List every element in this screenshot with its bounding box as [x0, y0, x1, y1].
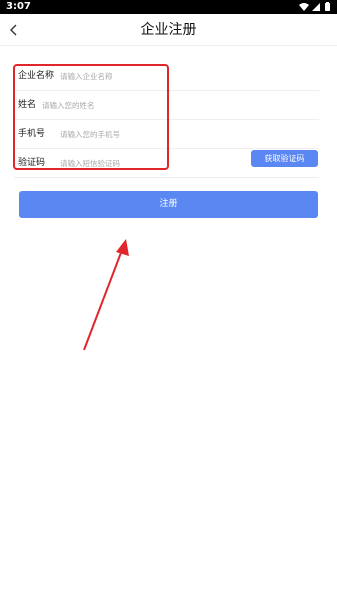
get-verification-code-button[interactable]: 获取验证码 [251, 150, 318, 167]
register-button[interactable]: 注册 [19, 191, 318, 218]
phone-row: 手机号 [14, 120, 319, 149]
status-time: 3:07 [6, 1, 31, 12]
name-input[interactable] [42, 97, 302, 113]
signal-icon [312, 3, 320, 11]
wifi-icon [299, 3, 309, 11]
verification-code-input[interactable] [60, 155, 240, 171]
company-name-label: 企业名称 [18, 71, 55, 81]
status-bar: 3:07 [0, 0, 337, 14]
status-icons [298, 2, 332, 12]
company-name-row: 企业名称 [14, 62, 319, 91]
verification-code-label: 验证码 [18, 158, 46, 168]
phone-input[interactable] [60, 126, 310, 142]
company-name-input[interactable] [60, 68, 310, 84]
name-row: 姓名 [14, 91, 319, 120]
app-header: 企业注册 [0, 14, 337, 46]
battery-icon [325, 2, 330, 11]
phone-label: 手机号 [18, 129, 46, 139]
name-label: 姓名 [18, 100, 37, 110]
page-title: 企业注册 [140, 22, 197, 38]
